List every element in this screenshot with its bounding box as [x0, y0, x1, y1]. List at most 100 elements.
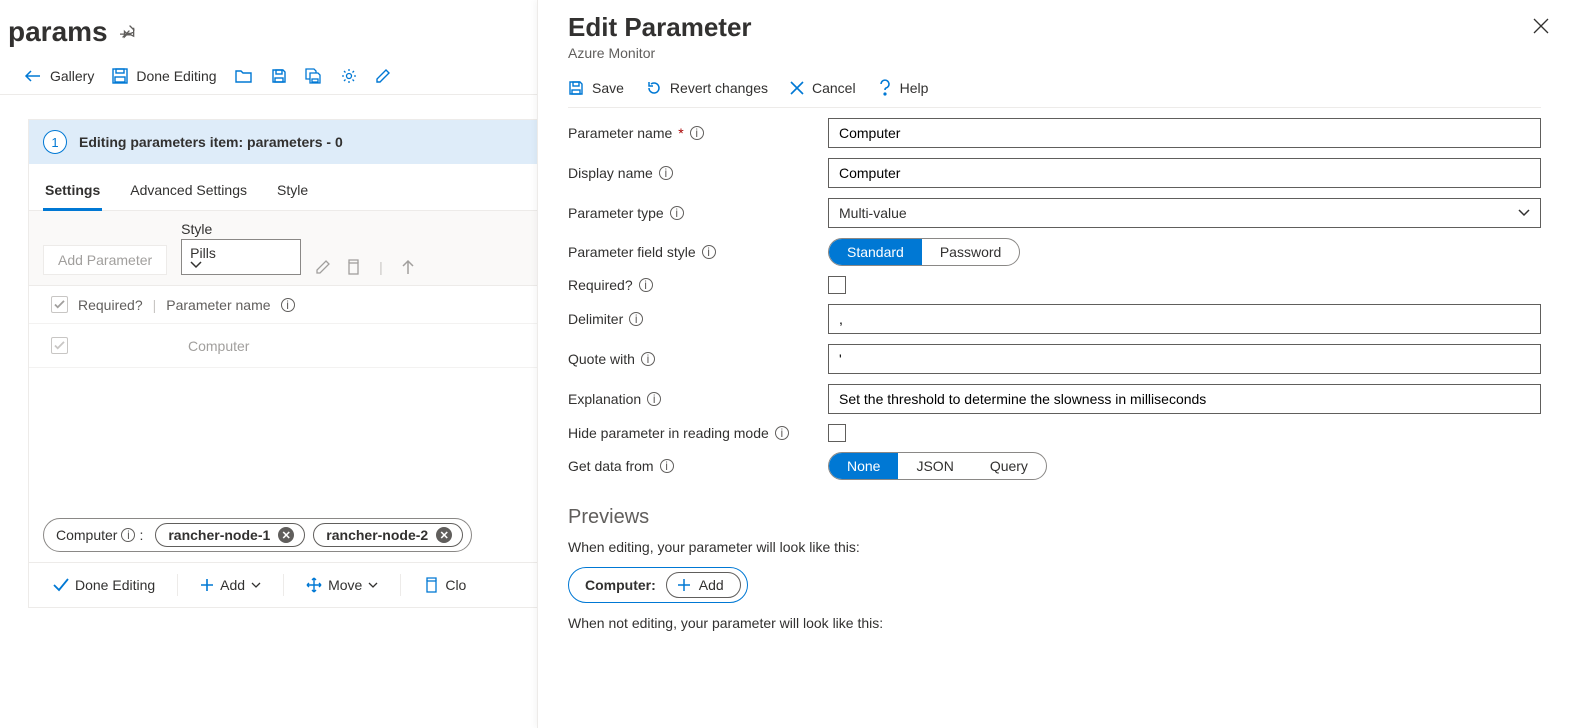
style-select[interactable]: Pills [181, 239, 301, 275]
revert-button[interactable]: Revert changes [646, 80, 768, 96]
open-icon[interactable] [235, 68, 253, 84]
filter-label: Computer [56, 527, 117, 543]
data-source-json[interactable]: JSON [898, 453, 971, 479]
panel-title: Edit Parameter [568, 12, 1541, 43]
row-up-icon[interactable] [401, 259, 415, 275]
param-type-label: Parameter type [568, 205, 664, 221]
settings-gear-icon[interactable] [341, 68, 357, 84]
clone-label: Clo [445, 577, 466, 593]
preview-editing-text: When editing, your parameter will look l… [568, 539, 1541, 555]
save-icon[interactable] [271, 68, 287, 84]
param-name-input[interactable] [828, 118, 1541, 148]
param-type-select[interactable]: Multi-value [828, 198, 1541, 228]
remove-pill-icon[interactable]: ✕ [278, 527, 294, 543]
add-button[interactable]: Add [190, 573, 271, 597]
param-type-value: Multi-value [839, 205, 907, 221]
pill-label-2: rancher-node-2 [326, 527, 428, 543]
info-icon[interactable]: i [660, 459, 674, 473]
delimiter-input[interactable] [828, 304, 1541, 334]
step-number: 1 [43, 130, 67, 154]
edit-pencil-icon[interactable] [375, 68, 391, 84]
help-label: Help [900, 80, 929, 96]
page-title: params [8, 16, 108, 48]
info-icon[interactable]: i [647, 392, 661, 406]
explanation-label: Explanation [568, 391, 641, 407]
previews-heading: Previews [568, 506, 1541, 529]
info-icon[interactable]: i [121, 528, 135, 542]
done-editing-button[interactable]: Done Editing [43, 573, 165, 597]
tab-advanced-settings[interactable]: Advanced Settings [128, 172, 249, 210]
select-all-checkbox[interactable] [51, 296, 68, 313]
required-star: * [678, 125, 683, 141]
data-source-query[interactable]: Query [972, 453, 1046, 479]
field-style-password[interactable]: Password [922, 239, 1019, 265]
row-copy-icon[interactable] [345, 259, 361, 275]
save-label: Save [592, 80, 624, 96]
gallery-label: Gallery [50, 68, 94, 84]
info-icon[interactable]: i [775, 426, 789, 440]
separator [177, 574, 178, 596]
preview-not-editing-text: When not editing, your parameter will lo… [568, 615, 1541, 631]
info-icon[interactable]: i [629, 312, 643, 326]
name-header: Parameter name [166, 297, 270, 313]
param-filter-pills[interactable]: Computer i: rancher-node-1 ✕ rancher-nod… [43, 518, 472, 552]
row-param-name: Computer [188, 338, 249, 354]
style-select-label: Style [181, 221, 301, 237]
get-data-label: Get data from [568, 458, 654, 474]
save-button[interactable]: Save [568, 80, 624, 96]
clone-button[interactable]: Clo [413, 573, 476, 597]
required-label: Required? [568, 277, 633, 293]
tab-style[interactable]: Style [275, 172, 310, 210]
pill-label-1: rancher-node-1 [168, 527, 270, 543]
pin-icon[interactable] [120, 24, 136, 40]
field-style-toggle: Standard Password [828, 238, 1020, 266]
delimiter-label: Delimiter [568, 311, 623, 327]
required-checkbox[interactable] [828, 276, 846, 294]
done-editing-toolbar-button[interactable]: Done Editing [112, 68, 216, 84]
info-icon[interactable]: i [639, 278, 653, 292]
info-icon[interactable]: i [659, 166, 673, 180]
add-parameter-button[interactable]: Add Parameter [43, 245, 167, 275]
separator [400, 574, 401, 596]
info-icon[interactable]: i [690, 126, 704, 140]
move-button[interactable]: Move [296, 573, 388, 597]
card-title: Editing parameters item: parameters - 0 [79, 134, 343, 150]
data-source-none[interactable]: None [829, 453, 898, 479]
param-name-label: Parameter name [568, 125, 672, 141]
display-name-input[interactable] [828, 158, 1541, 188]
preview-editing-pill[interactable]: Computer: Add [568, 567, 748, 603]
info-icon[interactable]: i [670, 206, 684, 220]
quote-input[interactable] [828, 344, 1541, 374]
tab-settings[interactable]: Settings [43, 172, 102, 211]
close-icon[interactable] [1533, 18, 1549, 34]
row-checkbox[interactable] [51, 337, 68, 354]
quote-label: Quote with [568, 351, 635, 367]
cancel-button[interactable]: Cancel [790, 80, 856, 96]
save-as-icon[interactable] [305, 68, 323, 84]
preview-add-label: Add [699, 577, 724, 593]
done-editing-label: Done Editing [136, 68, 216, 84]
toolbar-separator: | [379, 259, 383, 275]
help-button[interactable]: Help [878, 79, 929, 97]
chevron-down-icon [190, 261, 270, 269]
info-icon[interactable]: i [702, 245, 716, 259]
required-header: Required? [78, 297, 143, 313]
hide-checkbox[interactable] [828, 424, 846, 442]
cancel-label: Cancel [812, 80, 856, 96]
preview-param-label: Computer: [575, 577, 656, 593]
explanation-input[interactable] [828, 384, 1541, 414]
field-style-standard[interactable]: Standard [829, 239, 922, 265]
gallery-button[interactable]: Gallery [24, 68, 94, 84]
info-icon[interactable]: i [281, 298, 295, 312]
filter-pill[interactable]: rancher-node-1 ✕ [155, 523, 305, 547]
revert-label: Revert changes [670, 80, 768, 96]
row-edit-icon[interactable] [315, 259, 331, 275]
remove-pill-icon[interactable]: ✕ [436, 527, 452, 543]
info-icon[interactable]: i [641, 352, 655, 366]
filter-pill[interactable]: rancher-node-2 ✕ [313, 523, 463, 547]
move-label: Move [328, 577, 362, 593]
preview-add-button[interactable]: Add [666, 572, 741, 598]
separator [283, 574, 284, 596]
hide-label: Hide parameter in reading mode [568, 425, 769, 441]
field-style-label: Parameter field style [568, 244, 696, 260]
